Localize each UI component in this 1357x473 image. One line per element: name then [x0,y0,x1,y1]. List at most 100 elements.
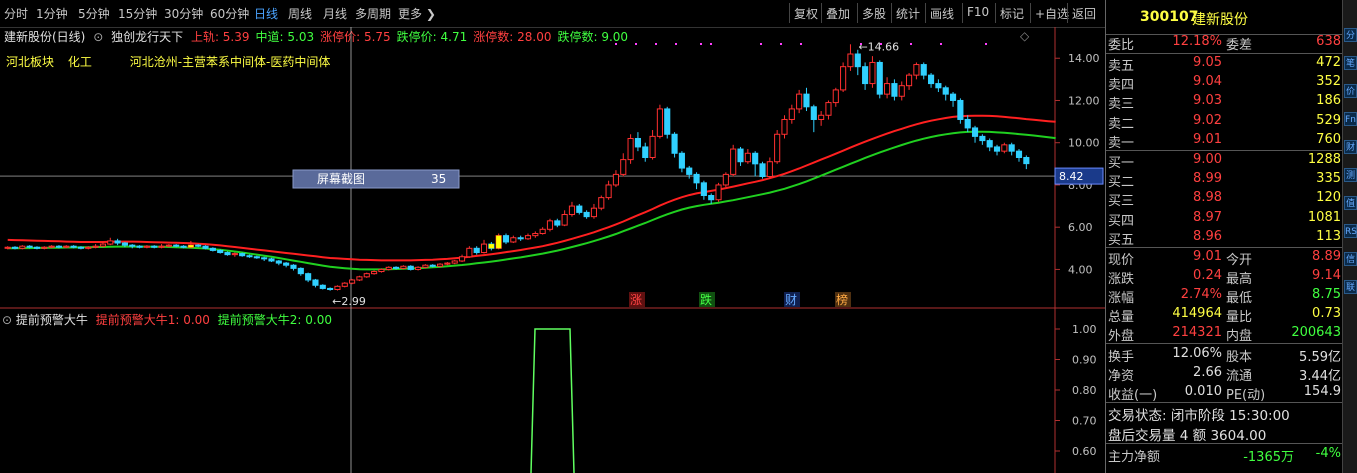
period-tab-1[interactable]: 1分钟 [36,5,68,22]
buy-level[interactable]: 买五 8.96 113 [1106,229,1343,248]
tool-button-2[interactable]: 多股 [862,5,886,22]
side-tool-icon[interactable]: 联 [1344,280,1357,294]
candle [840,62,847,93]
sub-y-tick-label: 0.90 [1072,354,1097,367]
tool-button-5[interactable]: F10 [967,5,989,19]
side-tool-icon[interactable]: 笔 [1344,56,1357,70]
buy-level[interactable]: 买二 8.99 335 [1106,171,1343,190]
screenshot-tooltip[interactable]: 屏幕截图 35 [292,169,460,189]
sell-level[interactable]: 卖一 9.01 760 [1106,132,1343,151]
side-tool-icon[interactable]: 分 [1344,28,1357,42]
svg-text:跌: 跌 [700,292,712,307]
event-marker[interactable]: 跌 [699,292,715,307]
signal-dot [635,43,637,45]
candle [927,73,935,88]
candle [385,266,392,271]
candle [356,275,363,282]
candle [1001,142,1008,154]
tool-button-0[interactable]: 复权 [794,5,818,22]
signal-dot [800,43,802,45]
stock-code: 300107 [1140,9,1199,25]
candle [649,130,656,160]
period-tab-5[interactable]: 60分钟 [210,5,249,22]
tool-button-1[interactable]: 叠加 [826,5,850,22]
quote-panel: 300107 建新股份 委比 12.18% 委差 638 卖五 9.05 472 卖四… [1105,0,1343,473]
side-tool-icon[interactable]: 价 [1344,84,1357,98]
buy-level[interactable]: 买四 8.97 1081 [1106,210,1343,229]
sell-level[interactable]: 卖二 9.02 529 [1106,113,1343,132]
candle [480,239,488,254]
sell-level[interactable]: 卖四 9.04 352 [1106,74,1343,93]
side-tool-icon[interactable]: 财 [1344,140,1357,154]
period-tab-0[interactable]: 分时 [4,5,28,22]
period-tab-10[interactable]: 更多 ❯ [398,5,436,22]
candle [458,254,466,263]
svg-text:涨: 涨 [630,292,642,307]
candle [979,134,986,145]
tool-button-3[interactable]: 统计 [896,5,920,22]
period-tab-8[interactable]: 月线 [323,5,347,22]
sub-collapse-icon[interactable]: ⊙ [2,313,12,327]
price-chart[interactable]: 14.0012.0010.008.006.004.008.42◇←14.66←2… [0,27,1105,473]
candle [693,172,700,190]
period-tab-4[interactable]: 30分钟 [164,5,203,22]
event-marker[interactable]: 榜 [835,292,851,307]
candle [224,251,231,256]
limit-up-candle [488,244,494,249]
side-tool-icon[interactable]: RS [1344,224,1357,238]
candle [334,285,341,291]
ob-qty: 120 [1316,190,1341,206]
candle [781,115,788,139]
ob-label: 买二 [1108,175,1135,191]
weicha-value: 638 [1316,34,1341,49]
period-tab-3[interactable]: 15分钟 [118,5,157,22]
buy-level[interactable]: 买一 9.00 1288 [1106,152,1343,171]
candle [810,104,817,133]
sell-level[interactable]: 卖三 9.03 186 [1106,93,1343,112]
period-tab-7[interactable]: 周线 [288,5,312,22]
side-icon-strip: 分笔价 Fn 财测值 RS 信联 [1342,0,1357,473]
event-marker[interactable]: 涨 [629,292,645,307]
candle [202,245,209,250]
candle [1008,142,1015,156]
candle [906,73,913,90]
tool-button-7[interactable]: +自选 [1035,5,1069,22]
period-tab-2[interactable]: 5分钟 [78,5,110,22]
candle [312,278,319,288]
candle [847,44,854,71]
side-tool-icon[interactable]: Fn [1344,112,1357,126]
tool-button-8[interactable]: 返回 [1072,5,1096,22]
candle [869,56,876,88]
tool-button-4[interactable]: 画线 [930,5,954,22]
stat-row: 现价 9.01 今开 8.89 [1108,249,1341,268]
candle [305,272,312,283]
sub-indicator-name[interactable]: 提前预警大牛 [16,313,88,327]
candle [290,264,297,271]
candle [971,125,979,143]
signal-dot [710,43,712,45]
trade-state-row: 交易状态: 闭市阶段 15:30:00 [1106,404,1343,424]
candle [722,172,729,188]
sell-level[interactable]: 卖五 9.05 472 [1106,55,1343,74]
stock-header: 300107 建新股份 [1106,0,1343,35]
event-marker[interactable]: 财 [784,292,800,307]
candle [517,235,524,241]
candle [539,227,546,235]
side-tool-icon[interactable]: 测 [1344,168,1357,182]
ob-qty: 760 [1316,131,1341,147]
side-tool-icon[interactable]: 信 [1344,252,1357,266]
side-tool-icon[interactable]: 值 [1344,196,1357,210]
candle [913,62,920,80]
signal-dot [780,43,782,45]
period-tab-6[interactable]: 日线 [254,5,278,22]
period-tab-9[interactable]: 多周期 [355,5,391,22]
signal-dot [910,43,912,45]
candle [766,157,773,179]
candle [546,218,554,232]
ob-qty: 335 [1316,171,1341,187]
candle [436,263,444,268]
candle [964,115,971,133]
buy-level[interactable]: 买三 8.98 120 [1106,190,1343,209]
tool-button-6[interactable]: 标记 [1000,5,1024,22]
ob-label: 买一 [1108,156,1135,171]
